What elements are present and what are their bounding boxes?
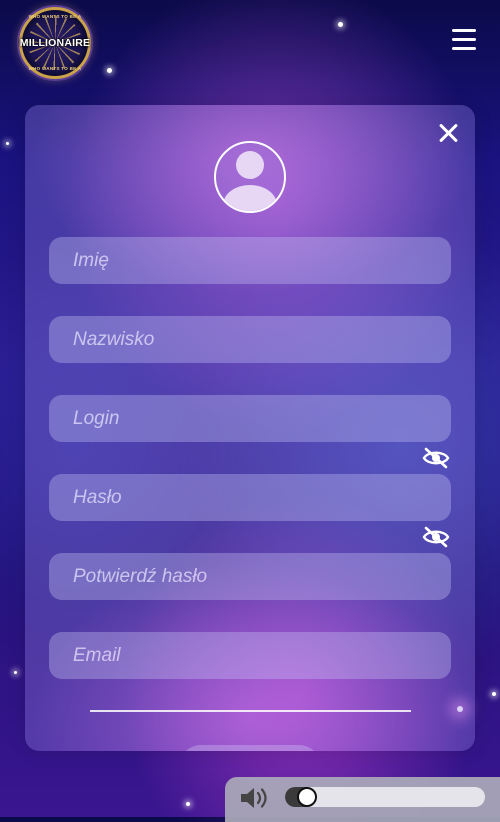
form-divider (90, 710, 411, 712)
eye-slash-svg (422, 526, 450, 548)
app-header: WHO WANTS TO BE A MILLIONAIRE WHO WANTS … (0, 0, 500, 80)
eye-slash-icon[interactable] (422, 447, 450, 469)
email-field (49, 632, 451, 679)
eye-slash-svg (422, 447, 450, 469)
email-input[interactable] (49, 632, 451, 679)
menu-bar (452, 29, 476, 32)
avatar-head (236, 151, 264, 179)
volume-control (225, 777, 500, 822)
first-name-input[interactable] (49, 237, 451, 284)
background-star (492, 692, 496, 696)
speaker-svg (241, 788, 267, 808)
close-icon[interactable] (437, 122, 459, 144)
password-input[interactable] (49, 474, 451, 521)
millionaire-logo: WHO WANTS TO BE A MILLIONAIRE WHO WANTS … (19, 7, 91, 79)
logo-ring-text-top: WHO WANTS TO BE A (28, 14, 82, 19)
background-star (6, 142, 9, 145)
hamburger-menu-icon[interactable] (452, 29, 476, 51)
eye-slash-icon[interactable] (422, 526, 450, 548)
avatar-body (223, 185, 277, 211)
speaker-volume-icon[interactable] (239, 785, 271, 811)
background-star (14, 671, 17, 674)
menu-bar (452, 38, 476, 41)
volume-slider[interactable] (285, 787, 485, 807)
confirm-password-input[interactable] (49, 553, 451, 600)
background-star (186, 802, 190, 806)
login-field (49, 395, 451, 442)
user-avatar-icon (214, 141, 286, 213)
menu-bar (452, 47, 476, 50)
login-input[interactable] (49, 395, 451, 442)
volume-slider-thumb[interactable] (297, 787, 317, 807)
first-name-field (49, 237, 451, 284)
logo-ring-text-bottom: WHO WANTS TO BE A (28, 66, 82, 71)
password-field (49, 474, 451, 521)
last-name-input[interactable] (49, 316, 451, 363)
last-name-field (49, 316, 451, 363)
confirm-password-field (49, 553, 451, 600)
logo-wordmark: MILLIONAIRE (19, 37, 91, 49)
registration-panel (25, 105, 475, 751)
submit-button[interactable] (179, 745, 321, 751)
